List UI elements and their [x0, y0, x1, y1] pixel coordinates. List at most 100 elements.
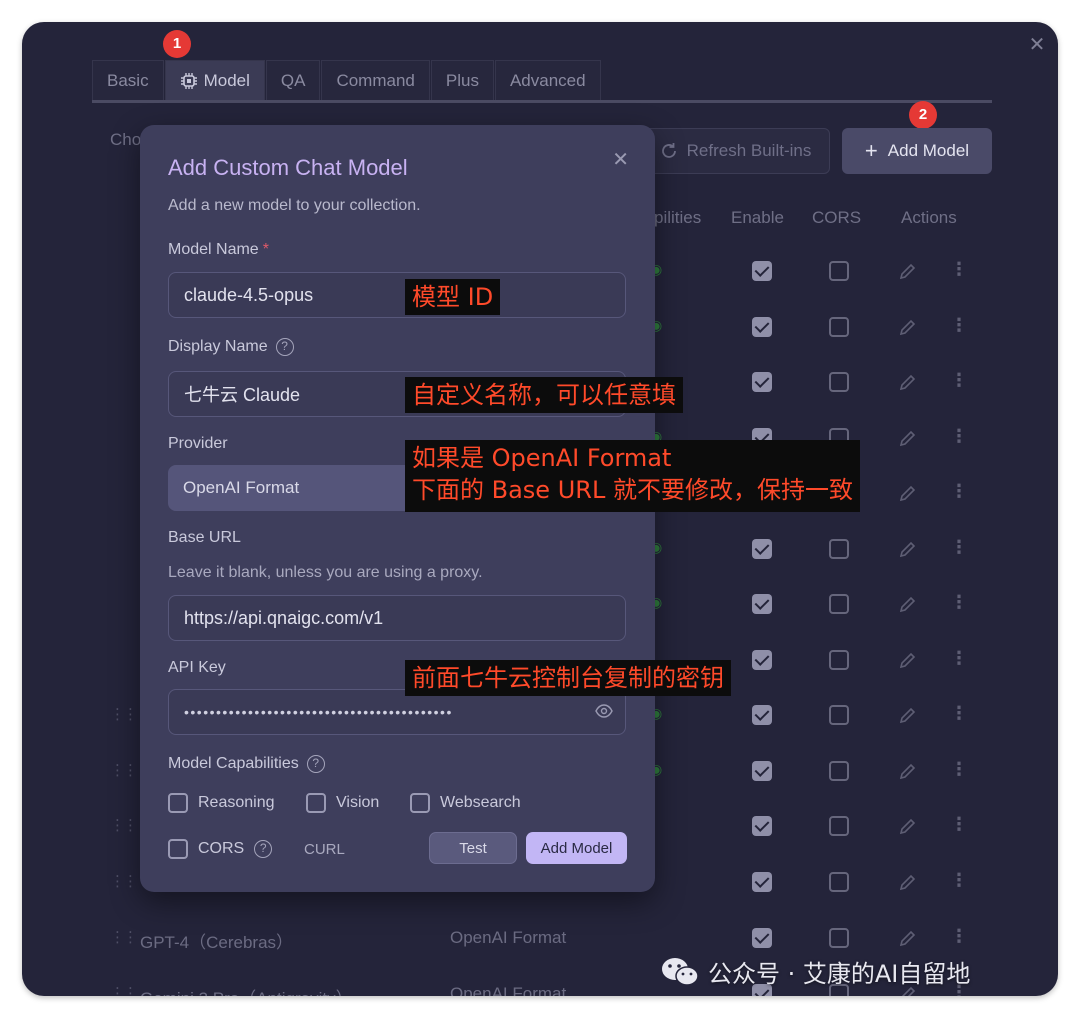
- tab-model[interactable]: Model: [164, 60, 265, 100]
- enable-checkbox[interactable]: [752, 816, 772, 836]
- edit-pencil-icon[interactable]: [898, 261, 918, 281]
- annotation-provider: 如果是 OpenAI Format 下面的 Base URL 就不要修改，保持一…: [405, 440, 860, 512]
- more-menu-icon[interactable]: ⋮: [950, 259, 968, 280]
- cors-checkbox[interactable]: [829, 761, 849, 781]
- refresh-icon: [661, 143, 676, 158]
- more-menu-icon[interactable]: ⋮: [950, 703, 968, 724]
- help-icon[interactable]: ?: [306, 755, 325, 773]
- capabilities-label: Model Capabilities?: [168, 755, 325, 773]
- checkbox-label: Vision: [336, 794, 380, 811]
- row-provider: OpenAI Format: [450, 984, 567, 996]
- cors-checkbox[interactable]: [829, 650, 849, 670]
- enable-checkbox[interactable]: [752, 705, 772, 725]
- edit-pencil-icon[interactable]: [898, 372, 918, 392]
- tab-basic[interactable]: Basic: [92, 60, 164, 100]
- cors-checkbox[interactable]: [829, 594, 849, 614]
- edit-pencil-icon[interactable]: [898, 483, 918, 503]
- more-menu-icon[interactable]: ⋮: [950, 537, 968, 558]
- eye-icon[interactable]: [595, 704, 613, 718]
- more-menu-icon[interactable]: ⋮: [950, 592, 968, 613]
- annotation-model-id: 模型 ID: [405, 279, 501, 315]
- cors-checkbox[interactable]: [829, 539, 849, 559]
- settings-window: ✕ Basic Model QA Command Plus Advanced 1…: [22, 22, 1058, 996]
- cors-checkbox[interactable]: [829, 372, 849, 392]
- checkbox-box[interactable]: [410, 793, 430, 813]
- base-url-input[interactable]: https://api.qnaigc.com/v1: [168, 595, 626, 641]
- cors-checkbox[interactable]: [829, 317, 849, 337]
- enable-checkbox[interactable]: [752, 650, 772, 670]
- help-icon[interactable]: ?: [275, 338, 294, 356]
- more-menu-icon[interactable]: ⋮: [950, 759, 968, 780]
- more-menu-icon[interactable]: ⋮: [950, 370, 968, 391]
- refresh-builtins-button[interactable]: Refresh Built-ins: [640, 128, 830, 174]
- cors-checkbox[interactable]: [829, 705, 849, 725]
- label-text: Model Capabilities: [168, 755, 299, 772]
- dialog-close-icon[interactable]: ✕: [612, 147, 629, 172]
- more-menu-icon[interactable]: ⋮: [950, 814, 968, 835]
- edit-pencil-icon[interactable]: [898, 317, 918, 337]
- edit-pencil-icon[interactable]: [898, 594, 918, 614]
- drag-handle-icon[interactable]: ⋮⋮: [110, 816, 138, 834]
- refresh-label: Refresh Built-ins: [686, 141, 812, 160]
- more-menu-icon[interactable]: ⋮: [950, 315, 968, 336]
- tab-plus[interactable]: Plus: [430, 60, 494, 100]
- test-button[interactable]: Test: [429, 832, 517, 864]
- more-menu-icon[interactable]: ⋮: [950, 426, 968, 447]
- enable-checkbox[interactable]: [752, 317, 772, 337]
- enable-checkbox[interactable]: [752, 539, 772, 559]
- enable-checkbox[interactable]: [752, 872, 772, 892]
- input-value: claude-4.5-opus: [184, 284, 314, 305]
- cors-checkbox[interactable]: [829, 872, 849, 892]
- checkbox-box[interactable]: [168, 793, 188, 813]
- tab-advanced[interactable]: Advanced: [494, 60, 601, 100]
- drag-handle-icon[interactable]: ⋮⋮: [110, 928, 138, 946]
- enable-checkbox[interactable]: [752, 761, 772, 781]
- cors-checkbox[interactable]: [829, 928, 849, 948]
- tab-qa[interactable]: QA: [265, 60, 321, 100]
- websearch-checkbox[interactable]: Websearch: [410, 793, 521, 813]
- model-name-input[interactable]: claude-4.5-opus: [168, 272, 626, 318]
- wechat-logo-icon: [662, 957, 699, 986]
- checkbox-box[interactable]: [168, 839, 188, 859]
- drag-handle-icon[interactable]: ⋮⋮: [110, 872, 138, 890]
- add-model-button[interactable]: + Add Model: [842, 128, 992, 174]
- reasoning-checkbox[interactable]: Reasoning: [168, 793, 275, 813]
- more-menu-icon[interactable]: ⋮: [950, 648, 968, 669]
- edit-pencil-icon[interactable]: [898, 539, 918, 559]
- label-text: Base URL: [168, 529, 241, 546]
- cors-checkbox[interactable]: [829, 816, 849, 836]
- curl-link[interactable]: CURL: [304, 841, 345, 858]
- edit-pencil-icon[interactable]: [898, 650, 918, 670]
- edit-pencil-icon[interactable]: [898, 761, 918, 781]
- masked-key: ••••••••••••••••••••••••••••••••••••••••…: [184, 704, 453, 720]
- window-close-icon[interactable]: ✕: [1026, 34, 1048, 56]
- help-icon[interactable]: ?: [254, 840, 273, 858]
- vision-checkbox[interactable]: Vision: [306, 793, 379, 813]
- more-menu-icon[interactable]: ⋮: [950, 926, 968, 947]
- enable-checkbox[interactable]: [752, 372, 772, 392]
- edit-pencil-icon[interactable]: [898, 816, 918, 836]
- enable-checkbox[interactable]: [752, 261, 772, 281]
- drag-handle-icon[interactable]: ⋮⋮: [110, 705, 138, 723]
- cors-checkbox[interactable]: [829, 261, 849, 281]
- edit-pencil-icon[interactable]: [898, 428, 918, 448]
- plus-icon: +: [864, 138, 878, 163]
- watermark-text: 公众号 · 艾康的AI自留地: [708, 960, 971, 988]
- checkbox-box[interactable]: [306, 793, 326, 813]
- tab-divider: [92, 100, 992, 103]
- enable-checkbox[interactable]: [752, 594, 772, 614]
- edit-pencil-icon[interactable]: [898, 872, 918, 892]
- drag-handle-icon[interactable]: ⋮⋮: [110, 984, 138, 996]
- row-model-name: Gemini 3 Pro（Antigravity）: [140, 984, 353, 996]
- enable-checkbox[interactable]: [752, 928, 772, 948]
- drag-handle-icon[interactable]: ⋮⋮: [110, 761, 138, 779]
- edit-pencil-icon[interactable]: [898, 705, 918, 725]
- add-model-submit-button[interactable]: Add Model: [526, 832, 627, 864]
- more-menu-icon[interactable]: ⋮: [950, 870, 968, 891]
- cors-checkbox[interactable]: CORS?: [168, 839, 273, 859]
- tab-command[interactable]: Command: [321, 60, 430, 100]
- edit-pencil-icon[interactable]: [898, 928, 918, 948]
- more-menu-icon[interactable]: ⋮: [950, 481, 968, 502]
- annotation-line: 下面的 Base URL 就不要修改，保持一致: [412, 476, 853, 504]
- checkbox-label: CORS: [198, 840, 245, 857]
